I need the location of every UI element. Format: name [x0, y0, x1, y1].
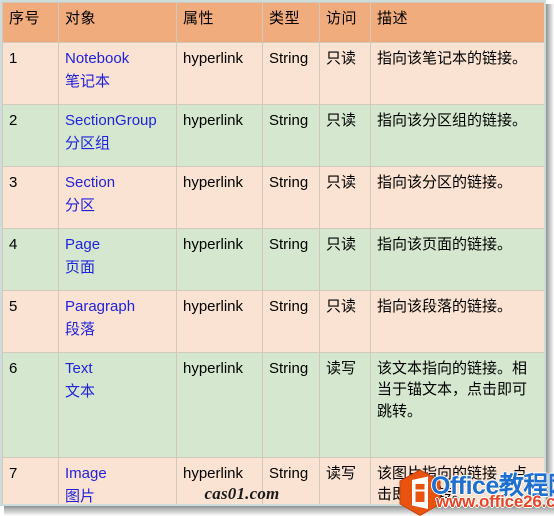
cell-description: 指向该笔记本的链接。 [370, 42, 544, 105]
cell-property: hyperlink [176, 457, 263, 504]
cell-index: 1 [2, 42, 59, 105]
cell-description: 指向该分区的链接。 [370, 166, 544, 229]
object-name-cn: 分区组 [65, 135, 111, 153]
cell-object: Section 分区 [58, 166, 177, 229]
cell-index: 6 [2, 352, 59, 458]
window-shadow-bottom [4, 506, 554, 516]
object-name-en: Paragraph [65, 298, 136, 315]
cell-access: 读写 [319, 457, 371, 504]
cell-object: Image 图片 [58, 457, 177, 506]
object-name-en: Page [65, 236, 101, 253]
column-header-index: 序号 [2, 2, 59, 43]
object-name-cn: 分区 [65, 197, 96, 215]
table-row: 3 Section 分区 hyperlink String 只读 指向该分区的链… [2, 166, 544, 229]
cell-property: hyperlink [176, 352, 263, 458]
object-name-en: Notebook [65, 50, 130, 67]
object-name-en: Section [65, 174, 116, 191]
object-name-cn: 文本 [65, 383, 96, 401]
cell-object: Page 页面 [58, 228, 177, 291]
cell-access: 只读 [319, 290, 371, 353]
column-header-property: 属性 [176, 2, 263, 43]
cell-type: String [262, 166, 320, 229]
table-header-row: 序号 对象 属性 类型 访问 描述 [2, 2, 544, 43]
cell-object: Paragraph 段落 [58, 290, 177, 353]
window-shadow-right [546, 4, 554, 510]
column-header-object: 对象 [58, 2, 177, 43]
object-name-cn: 图片 [65, 488, 96, 506]
cell-index: 7 [2, 457, 59, 504]
object-name-cn: 页面 [65, 259, 96, 277]
cell-object: SectionGroup 分区组 [58, 104, 177, 167]
cell-object: Notebook 笔记本 [58, 42, 177, 105]
object-name-cn: 段落 [65, 321, 96, 339]
cell-index: 4 [2, 228, 59, 291]
cell-description: 指向该分区组的链接。 [370, 104, 544, 167]
cell-type: String [262, 42, 320, 105]
spec-table-frame: 序号 对象 属性 类型 访问 描述 1 Notebook 笔记本 hyperli… [0, 0, 546, 506]
cell-description: 指向该段落的链接。 [370, 290, 544, 353]
cell-type: String [262, 104, 320, 167]
cell-property: hyperlink [176, 290, 263, 353]
hyperlink-property-table: 序号 对象 属性 类型 访问 描述 1 Notebook 笔记本 hyperli… [2, 2, 544, 506]
cell-type: String [262, 228, 320, 291]
object-name-en: Image [65, 465, 107, 482]
cell-type: String [262, 290, 320, 353]
column-header-access: 访问 [319, 2, 371, 43]
cell-type: String [262, 457, 320, 504]
cell-description: 该文本指向的链接。相当于锚文本，点击即可跳转。 [370, 352, 544, 458]
column-header-description: 描述 [370, 2, 544, 43]
cell-property: hyperlink [176, 104, 263, 167]
cell-access: 只读 [319, 228, 371, 291]
object-name-en: Text [65, 360, 93, 377]
cell-type: String [262, 352, 320, 458]
cell-access: 读写 [319, 352, 371, 458]
cell-property: hyperlink [176, 166, 263, 229]
table-body: 1 Notebook 笔记本 hyperlink String 只读 指向该笔记… [2, 42, 544, 506]
object-name-en: SectionGroup [65, 112, 157, 129]
object-name-cn: 笔记本 [65, 73, 111, 91]
cell-access: 只读 [319, 166, 371, 229]
cell-property: hyperlink [176, 228, 263, 291]
screenshot-root: 序号 对象 属性 类型 访问 描述 1 Notebook 笔记本 hyperli… [0, 0, 554, 516]
table-row: 1 Notebook 笔记本 hyperlink String 只读 指向该笔记… [2, 42, 544, 105]
table-header: 序号 对象 属性 类型 访问 描述 [2, 2, 544, 43]
cell-index: 2 [2, 104, 59, 167]
cell-access: 只读 [319, 42, 371, 105]
cell-description: 该图片指向的链接，点击即可跳转。 [370, 457, 544, 504]
cell-object: Text 文本 [58, 352, 177, 458]
cell-index: 3 [2, 166, 59, 229]
cell-property: hyperlink [176, 42, 263, 105]
table-row: 2 SectionGroup 分区组 hyperlink String 只读 指… [2, 104, 544, 167]
column-header-type: 类型 [262, 2, 320, 43]
table-row: 6 Text 文本 hyperlink String 读写 该文本指向的链接。相… [2, 352, 544, 458]
cell-access: 只读 [319, 104, 371, 167]
table-row: 4 Page 页面 hyperlink String 只读 指向该页面的链接。 [2, 228, 544, 291]
table-row: 7 Image 图片 hyperlink String 读写 该图片指向的链接，… [2, 457, 544, 506]
cell-description: 指向该页面的链接。 [370, 228, 544, 291]
cell-index: 5 [2, 290, 59, 353]
table-row: 5 Paragraph 段落 hyperlink String 只读 指向该段落… [2, 290, 544, 353]
